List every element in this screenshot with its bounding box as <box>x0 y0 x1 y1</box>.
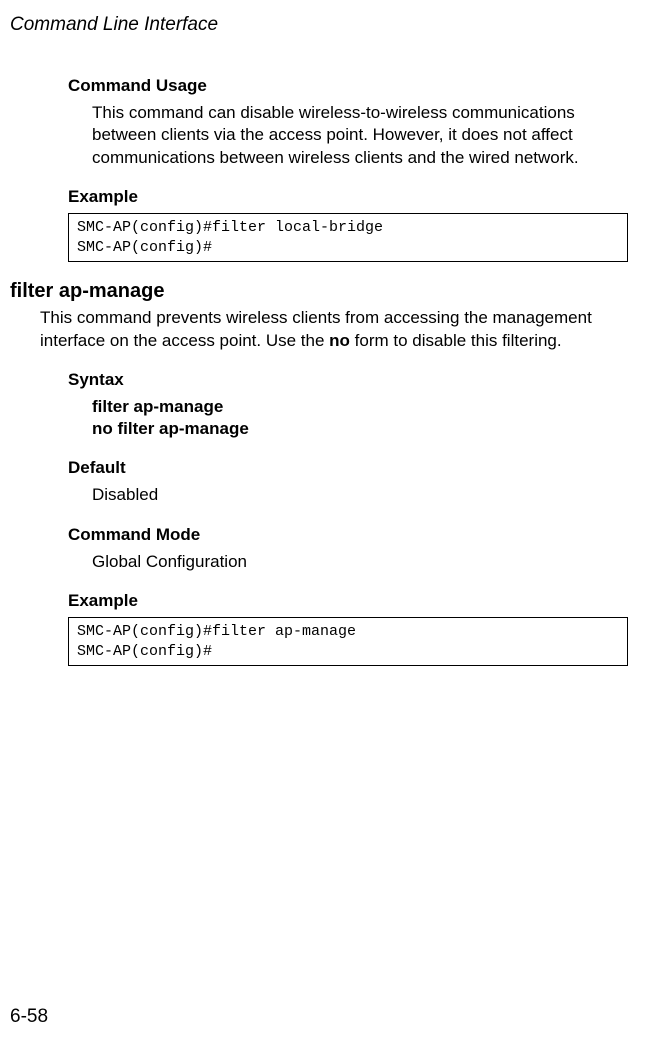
heading-filter-ap-manage: filter ap-manage <box>10 280 628 303</box>
heading-example-1: Example <box>68 187 628 207</box>
page-number: 6-58 <box>10 1006 48 1028</box>
code-block-2: SMC-AP(config)#filter ap-manage SMC-AP(c… <box>68 617 628 666</box>
command-mode-value: Global Configuration <box>92 551 628 573</box>
syntax-line-1: filter ap-manage <box>92 396 628 418</box>
default-value: Disabled <box>92 484 628 506</box>
heading-example-2: Example <box>68 591 628 611</box>
running-head: Command Line Interface <box>10 14 628 36</box>
heading-default: Default <box>68 458 628 478</box>
syntax-line-2: no filter ap-manage <box>92 418 628 440</box>
intro-text-bold: no <box>329 331 350 350</box>
heading-command-mode: Command Mode <box>68 525 628 545</box>
heading-command-usage: Command Usage <box>68 76 628 96</box>
section-command-usage: Command Usage This command can disable w… <box>68 76 628 262</box>
filter-ap-manage-intro: This command prevents wireless clients f… <box>40 307 628 352</box>
code-block-1: SMC-AP(config)#filter local-bridge SMC-A… <box>68 213 628 262</box>
section-filter-ap-manage-details: Syntax filter ap-manage no filter ap-man… <box>68 370 628 666</box>
heading-syntax: Syntax <box>68 370 628 390</box>
intro-text-post: form to disable this filtering. <box>350 331 562 350</box>
page-container: Command Line Interface Command Usage Thi… <box>0 0 658 1052</box>
syntax-block: filter ap-manage no filter ap-manage <box>92 396 628 440</box>
command-usage-body: This command can disable wireless-to-wir… <box>92 102 628 169</box>
